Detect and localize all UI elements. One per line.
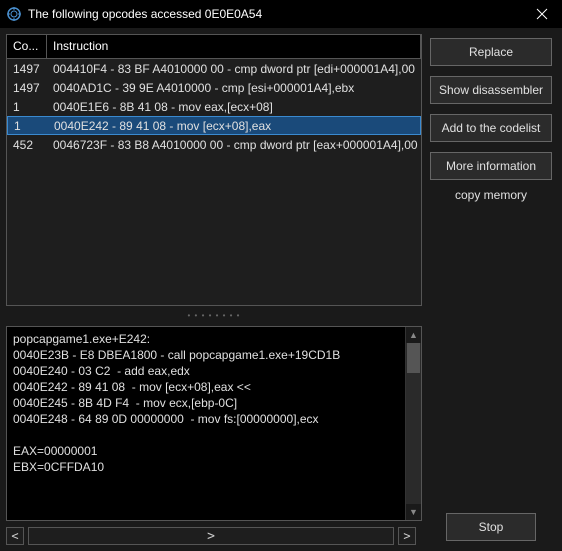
- cell-count: 1: [8, 117, 48, 135]
- titlebar: The following opcodes accessed 0E0E0A54: [0, 0, 562, 28]
- detail-scrollbar[interactable]: ▲ ▼: [405, 327, 421, 520]
- window-title: The following opcodes accessed 0E0E0A54: [28, 7, 522, 21]
- scroll-thumb[interactable]: [407, 343, 420, 373]
- nav-next-button[interactable]: >: [398, 527, 416, 545]
- detail-panel: popcapgame1.exe+E242: 0040E23B - E8 DBEA…: [6, 326, 422, 521]
- table-row[interactable]: 4520046723F - 83 B8 A4010000 00 - cmp dw…: [7, 135, 421, 154]
- scroll-track[interactable]: [406, 343, 421, 504]
- cell-instruction: 0040AD1C - 39 9E A4010000 - cmp [esi+000…: [47, 79, 421, 97]
- cell-count: 1: [7, 98, 47, 116]
- replace-button[interactable]: Replace: [430, 38, 552, 66]
- cell-count: 1497: [7, 79, 47, 97]
- table-row[interactable]: 14970040AD1C - 39 9E A4010000 - cmp [esi…: [7, 78, 421, 97]
- cell-instruction: 004410F4 - 83 BF A4010000 00 - cmp dword…: [47, 60, 421, 78]
- nav-bar: < > >: [6, 527, 416, 545]
- scroll-down-icon[interactable]: ▼: [406, 504, 421, 520]
- table-header: Co... Instruction: [7, 35, 421, 59]
- splitter-grip-icon: • • • • • • • •: [188, 314, 241, 318]
- nav-prev-button[interactable]: <: [6, 527, 24, 545]
- close-icon: [536, 8, 548, 20]
- close-button[interactable]: [528, 0, 556, 28]
- stop-button[interactable]: Stop: [446, 513, 536, 541]
- add-codelist-button[interactable]: Add to the codelist: [430, 114, 552, 142]
- splitter[interactable]: • • • • • • • •: [6, 312, 422, 320]
- cell-instruction: 0046723F - 83 B8 A4010000 00 - cmp dword…: [47, 136, 421, 154]
- header-count[interactable]: Co...: [7, 35, 47, 58]
- copy-memory-label[interactable]: copy memory: [430, 188, 552, 202]
- table-row[interactable]: 10040E1E6 - 8B 41 08 - mov eax,[ecx+08]: [7, 97, 421, 116]
- disassembly-text[interactable]: popcapgame1.exe+E242: 0040E23B - E8 DBEA…: [7, 327, 405, 520]
- table-row[interactable]: 1497004410F4 - 83 BF A4010000 00 - cmp d…: [7, 59, 421, 78]
- table-row[interactable]: 10040E242 - 89 41 08 - mov [ecx+08],eax: [7, 116, 421, 135]
- cell-instruction: 0040E1E6 - 8B 41 08 - mov eax,[ecx+08]: [47, 98, 421, 116]
- more-information-button[interactable]: More information: [430, 152, 552, 180]
- scroll-up-icon[interactable]: ▲: [406, 327, 421, 343]
- show-disassembler-button[interactable]: Show disassembler: [430, 76, 552, 104]
- cell-count: 452: [7, 136, 47, 154]
- cell-count: 1497: [7, 60, 47, 78]
- cell-instruction: 0040E242 - 89 41 08 - mov [ecx+08],eax: [48, 117, 420, 135]
- table-body[interactable]: 1497004410F4 - 83 BF A4010000 00 - cmp d…: [7, 59, 421, 305]
- header-instruction[interactable]: Instruction: [47, 35, 421, 58]
- opcode-table: Co... Instruction 1497004410F4 - 83 BF A…: [6, 34, 422, 306]
- nav-main-button[interactable]: >: [28, 527, 394, 545]
- app-icon: [6, 6, 22, 22]
